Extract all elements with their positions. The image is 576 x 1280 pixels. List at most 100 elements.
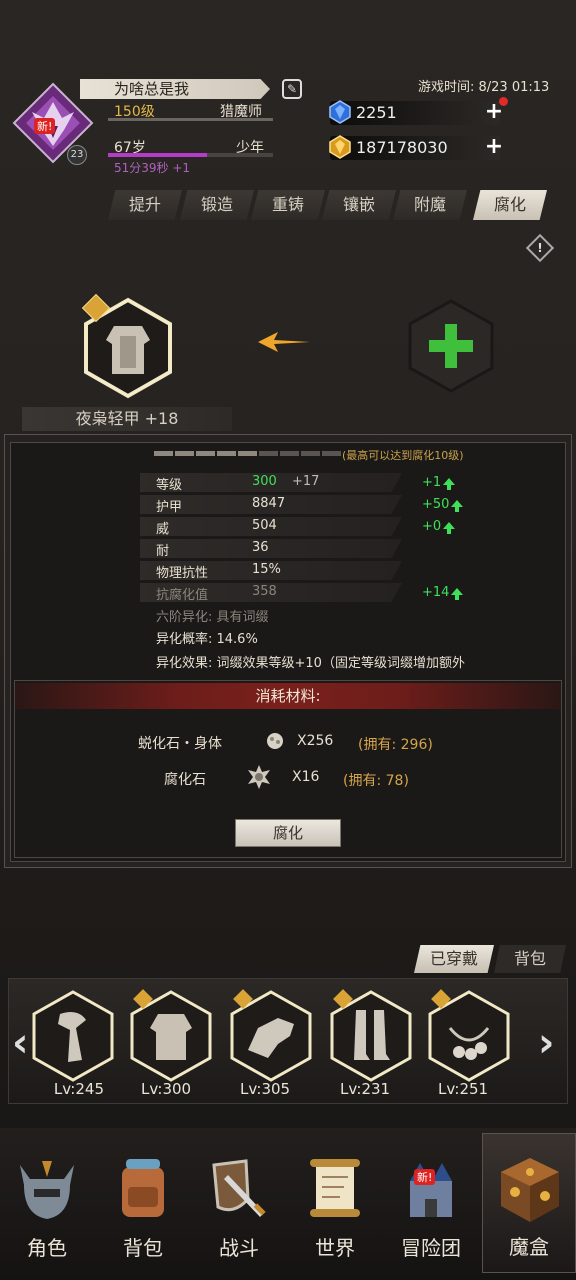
diamond-resource: 2251 + (329, 97, 508, 125)
stat-key: 抗腐化值 (156, 588, 209, 603)
stat-key: 物理抗性 (156, 566, 209, 581)
pip (217, 451, 236, 456)
mutation-tier-line: 六阶异化: 具有词缀 (156, 610, 269, 625)
tab-corrupt[interactable]: 腐化 (473, 190, 547, 220)
avatar-new-badge: 新! (34, 118, 56, 134)
equipment-level: Lv:305 (240, 1080, 291, 1098)
up-arrow-icon (451, 500, 464, 512)
equipment-slot-boots[interactable] (328, 988, 414, 1084)
add-gold-button[interactable]: + (484, 136, 504, 158)
nav-label: 角色 (27, 1236, 67, 1260)
corrupt-button[interactable]: 腐化 (235, 819, 341, 847)
stat-value: 36 (252, 540, 269, 555)
gold-count: 187178030 (356, 138, 448, 157)
tab-upgrade[interactable]: 提升 (108, 190, 182, 220)
equipment-slot-amulet[interactable] (426, 988, 512, 1084)
nav-label: 冒险团 (401, 1236, 461, 1260)
stat-value: 15% (252, 562, 281, 577)
tab-reforge[interactable]: 重铸 (251, 190, 325, 220)
stat-bonus: +17 (292, 474, 320, 489)
sword-shield-icon (212, 1159, 266, 1217)
stat-key: 耐 (156, 544, 170, 559)
pip (280, 451, 299, 456)
blue-gem-icon (329, 100, 351, 124)
helmet-icon (20, 1161, 74, 1219)
tab-equipped[interactable]: 已穿戴 (414, 945, 494, 973)
nav-adventure-team[interactable]: 新! 冒险团 (384, 1133, 478, 1273)
materials-title: 消耗材料: (15, 683, 561, 709)
stat-row-endurance: 耐 36 (140, 539, 402, 558)
magic-cube-icon (501, 1158, 559, 1222)
stat-value: 300 (252, 474, 277, 489)
carousel-prev-button[interactable]: ‹ (12, 1020, 28, 1066)
stat-key: 护甲 (156, 500, 183, 515)
up-arrow-icon (443, 478, 456, 490)
game-time: 游戏时间: 8/23 01:13 (418, 80, 550, 95)
add-material-slot[interactable]: + (406, 298, 496, 394)
stat-value: 358 (252, 584, 277, 599)
corruption-stone-icon (246, 764, 272, 790)
edit-name-button[interactable]: ✎ (282, 79, 302, 99)
notification-dot (499, 97, 508, 106)
nav-label: 战斗 (219, 1236, 259, 1260)
molt-stone-icon (265, 731, 285, 751)
pip (259, 451, 278, 456)
nav-battle[interactable]: 战斗 (192, 1133, 286, 1273)
info-warning-button[interactable]: ! (525, 233, 555, 263)
pencil-icon: ✎ (286, 82, 298, 96)
scroll-map-icon (310, 1159, 360, 1217)
stat-delta-level: +1 (422, 475, 456, 490)
up-arrow-icon (451, 588, 464, 600)
nav-label: 背包 (123, 1236, 163, 1260)
material-owned: (拥有: 78) (343, 773, 409, 789)
equipment-slot-scarf[interactable] (30, 988, 116, 1084)
pip (238, 451, 257, 456)
nav-magic-box[interactable]: 魔盒 (482, 1133, 576, 1273)
material-count: X256 (297, 733, 334, 749)
age-timer: 51分39秒 +1 (114, 161, 191, 175)
equipment-level: Lv:300 (141, 1080, 192, 1098)
material-name: 蜕化石・身体 (138, 736, 222, 752)
diamond-count: 2251 (356, 103, 397, 122)
equipment-level: Lv:251 (438, 1080, 489, 1098)
material-name: 腐化石 (164, 772, 206, 788)
nav-world[interactable]: 世界 (288, 1133, 382, 1273)
carousel-next-button[interactable]: › (538, 1020, 554, 1066)
tab-inlay[interactable]: 镶嵌 (322, 190, 396, 220)
stat-row-physical-resist: 物理抗性 15% (140, 561, 402, 580)
equipment-slot-gloves[interactable] (228, 988, 314, 1084)
pip (196, 451, 215, 456)
gold-gem-icon (329, 135, 351, 159)
stat-delta-corruption-resist: +14 (422, 585, 464, 600)
stat-key: 等级 (156, 478, 183, 493)
pip (175, 451, 194, 456)
add-diamond-button[interactable]: + (484, 101, 504, 123)
equipment-slot-armor[interactable] (128, 988, 214, 1084)
item-name: 夜枭轻甲 +18 (22, 407, 232, 431)
nav-new-badge: 新! (414, 1169, 436, 1185)
stat-delta-might: +0 (422, 519, 456, 534)
tab-enchant[interactable]: 附魔 (393, 190, 467, 220)
up-arrow-icon (443, 522, 456, 534)
age-progress-bar (108, 153, 273, 157)
material-count: X16 (292, 769, 320, 785)
pip (301, 451, 320, 456)
equipment-level: Lv:231 (340, 1080, 391, 1098)
stat-value: 8847 (252, 496, 286, 511)
selected-equipment-slot[interactable] (80, 293, 176, 400)
gold-resource: 187178030 + (329, 135, 503, 160)
player-name: 为啥总是我 (80, 79, 270, 99)
stat-row-level: 等级 300 +17 (140, 473, 402, 492)
tab-forge[interactable]: 锻造 (180, 190, 254, 220)
tab-bag[interactable]: 背包 (494, 945, 566, 973)
equipment-level: Lv:245 (54, 1080, 104, 1098)
backpack-icon (122, 1159, 164, 1217)
material-owned: (拥有: 296) (358, 737, 433, 753)
mutation-effect-line: 异化效果: 词缀效果等级+10（固定等级词缀增加额外 (156, 656, 465, 671)
nav-label: 世界 (315, 1236, 355, 1260)
nav-character[interactable]: 角色 (0, 1133, 94, 1273)
nav-bag[interactable]: 背包 (96, 1133, 190, 1273)
max-corruption-note: (最高可以达到腐化10级) (342, 449, 464, 462)
exclamation-icon: ! (537, 241, 543, 255)
stat-value: 504 (252, 518, 277, 533)
